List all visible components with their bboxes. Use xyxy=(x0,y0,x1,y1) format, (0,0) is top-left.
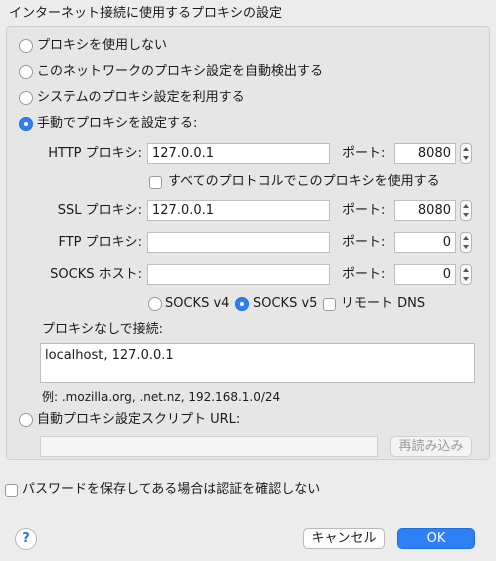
remote-dns-label[interactable]: リモート DNS xyxy=(341,296,425,312)
radio-auto-detect-label[interactable]: このネットワークのプロキシ設定を自動検出する xyxy=(37,64,323,80)
radio-no-proxy-label[interactable]: プロキシを使用しない xyxy=(37,38,167,54)
skip-auth-prompt-checkbox[interactable] xyxy=(5,484,18,497)
no-proxy-example-text: 例: .mozilla.org, .net.nz, 192.168.1.0/24 xyxy=(42,390,281,404)
remote-dns-checkbox[interactable] xyxy=(323,298,336,311)
http-port-input[interactable]: 8080 xyxy=(394,143,456,164)
ssl-port-input[interactable]: 8080 xyxy=(394,200,456,221)
radio-pac-url-label[interactable]: 自動プロキシ設定スクリプト URL: xyxy=(37,412,240,428)
http-port-label: ポート: xyxy=(342,146,386,161)
ftp-port-stepper[interactable] xyxy=(460,232,472,253)
radio-system-proxy[interactable] xyxy=(19,91,33,105)
radio-socks-v4-label[interactable]: SOCKS v4 xyxy=(165,296,229,312)
ftp-proxy-label: FTP プロキシ: xyxy=(58,235,142,250)
reload-pac-button[interactable]: 再読み込み xyxy=(390,436,472,457)
no-proxy-for-textarea[interactable]: localhost, 127.0.0.1 xyxy=(40,343,475,383)
pac-url-input[interactable] xyxy=(40,436,378,457)
ssl-proxy-label: SSL プロキシ: xyxy=(57,203,142,218)
http-port-stepper[interactable] xyxy=(460,143,472,164)
socks-port-stepper[interactable] xyxy=(460,264,472,285)
cancel-button[interactable]: キャンセル xyxy=(303,528,385,549)
socks-host-label: SOCKS ホスト: xyxy=(50,267,142,282)
radio-socks-v5[interactable] xyxy=(235,297,249,311)
radio-socks-v4[interactable] xyxy=(148,297,162,311)
radio-pac-url[interactable] xyxy=(19,413,33,427)
socks-host-input[interactable] xyxy=(147,264,330,285)
same-proxy-all-protocols-checkbox[interactable] xyxy=(149,176,162,189)
radio-no-proxy[interactable] xyxy=(19,39,33,53)
socks-port-label: ポート: xyxy=(342,267,386,282)
ftp-port-label: ポート: xyxy=(342,235,386,250)
ssl-port-label: ポート: xyxy=(342,203,386,218)
radio-manual-proxy-label[interactable]: 手動でプロキシを設定する: xyxy=(37,116,197,132)
ssl-port-stepper[interactable] xyxy=(460,200,472,221)
http-proxy-label: HTTP プロキシ: xyxy=(48,146,142,161)
no-proxy-for-label: プロキシなしで接続: xyxy=(42,322,163,337)
socks-port-input[interactable]: 0 xyxy=(394,264,456,285)
ftp-port-input[interactable]: 0 xyxy=(394,232,456,253)
ssl-proxy-host-input[interactable]: 127.0.0.1 xyxy=(147,200,330,221)
ok-button[interactable]: OK xyxy=(397,528,475,549)
skip-auth-prompt-label[interactable]: パスワードを保存してある場合は認証を確認しない xyxy=(22,482,320,498)
radio-socks-v5-label[interactable]: SOCKS v5 xyxy=(253,296,317,312)
group-title: インターネット接続に使用するプロキシの設定 xyxy=(9,6,283,21)
radio-system-proxy-label[interactable]: システムのプロキシ設定を利用する xyxy=(37,90,245,106)
help-button[interactable]: ? xyxy=(15,528,37,550)
radio-auto-detect[interactable] xyxy=(19,65,33,79)
radio-manual-proxy[interactable] xyxy=(19,117,33,131)
same-proxy-all-protocols-label[interactable]: すべてのプロトコルでこのプロキシを使用する xyxy=(168,174,440,190)
http-proxy-host-input[interactable]: 127.0.0.1 xyxy=(147,143,330,164)
ftp-proxy-host-input[interactable] xyxy=(147,232,330,253)
